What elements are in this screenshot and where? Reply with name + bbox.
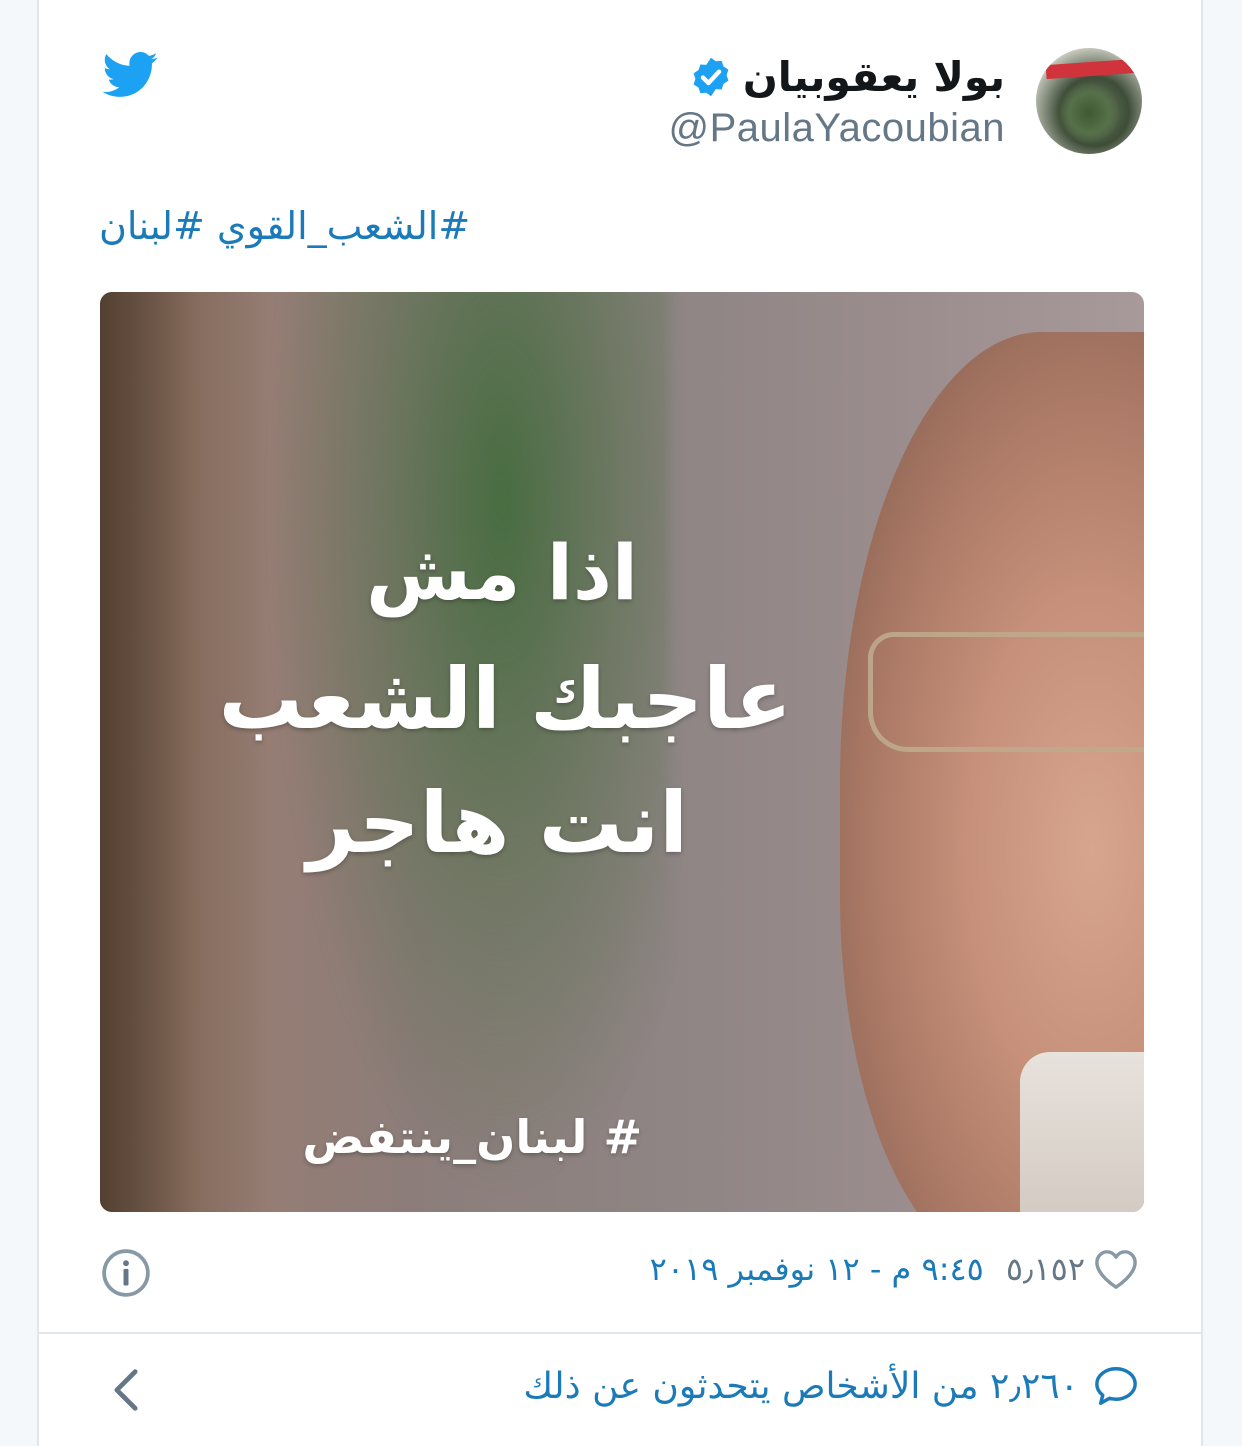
image-background-flag (250, 292, 670, 1212)
tweet-image[interactable]: اذا مش عاجبك الشعب انت هاجر # لبنان_ينتف… (100, 292, 1144, 1212)
image-text-line-3: انت هاجر (306, 774, 688, 872)
tweet-card: بولا يعقوبيان @PaulaYacoubian #الشعب_الق… (37, 0, 1203, 1446)
author-name-row: بولا يعقوبيان (669, 50, 1005, 104)
image-shirt (1020, 1052, 1144, 1212)
heart-icon[interactable] (1093, 1248, 1139, 1290)
like-count: ٥٫١٥٢ (1005, 1250, 1085, 1288)
divider (39, 1332, 1201, 1334)
author-handle[interactable]: @PaulaYacoubian (669, 106, 1005, 151)
conversation-text[interactable]: ٢٫٢٦٠ من الأشخاص يتحدثون عن ذلك (523, 1366, 1079, 1407)
conversation-link[interactable]: ٢٫٢٦٠ من الأشخاص يتحدثون عن ذلك (523, 1364, 1139, 1408)
image-background-curtain (100, 292, 270, 1212)
image-text-line-2: عاجبك الشعب (218, 650, 792, 748)
chevron-left-icon[interactable] (111, 1368, 141, 1412)
verified-badge-icon (693, 57, 729, 97)
tweet-meta: ٩:٤٥ م - ١٢ نوفمبر ٢٠١٩ ٥٫١٥٢ (650, 1248, 1139, 1290)
image-hashtag: # لبنان_ينتفض (302, 1110, 642, 1164)
tweet-text[interactable]: #الشعب_القوي #لبنان (99, 204, 470, 248)
avatar-cedar (1058, 82, 1120, 144)
image-text-line-1: اذا مش (365, 528, 638, 617)
avatar-flag-stripe (1045, 58, 1137, 80)
speech-bubble-icon (1095, 1367, 1137, 1405)
author-block[interactable]: بولا يعقوبيان @PaulaYacoubian (669, 50, 1005, 151)
image-glasses (868, 632, 1144, 752)
author-name[interactable]: بولا يعقوبيان (743, 53, 1005, 101)
avatar[interactable] (1036, 48, 1142, 154)
info-icon[interactable] (101, 1248, 151, 1298)
twitter-bird-icon[interactable] (103, 52, 159, 98)
like-group[interactable]: ٥٫١٥٢ (1006, 1248, 1139, 1290)
tweet-timestamp[interactable]: ٩:٤٥ م - ١٢ نوفمبر ٢٠١٩ (650, 1250, 984, 1288)
